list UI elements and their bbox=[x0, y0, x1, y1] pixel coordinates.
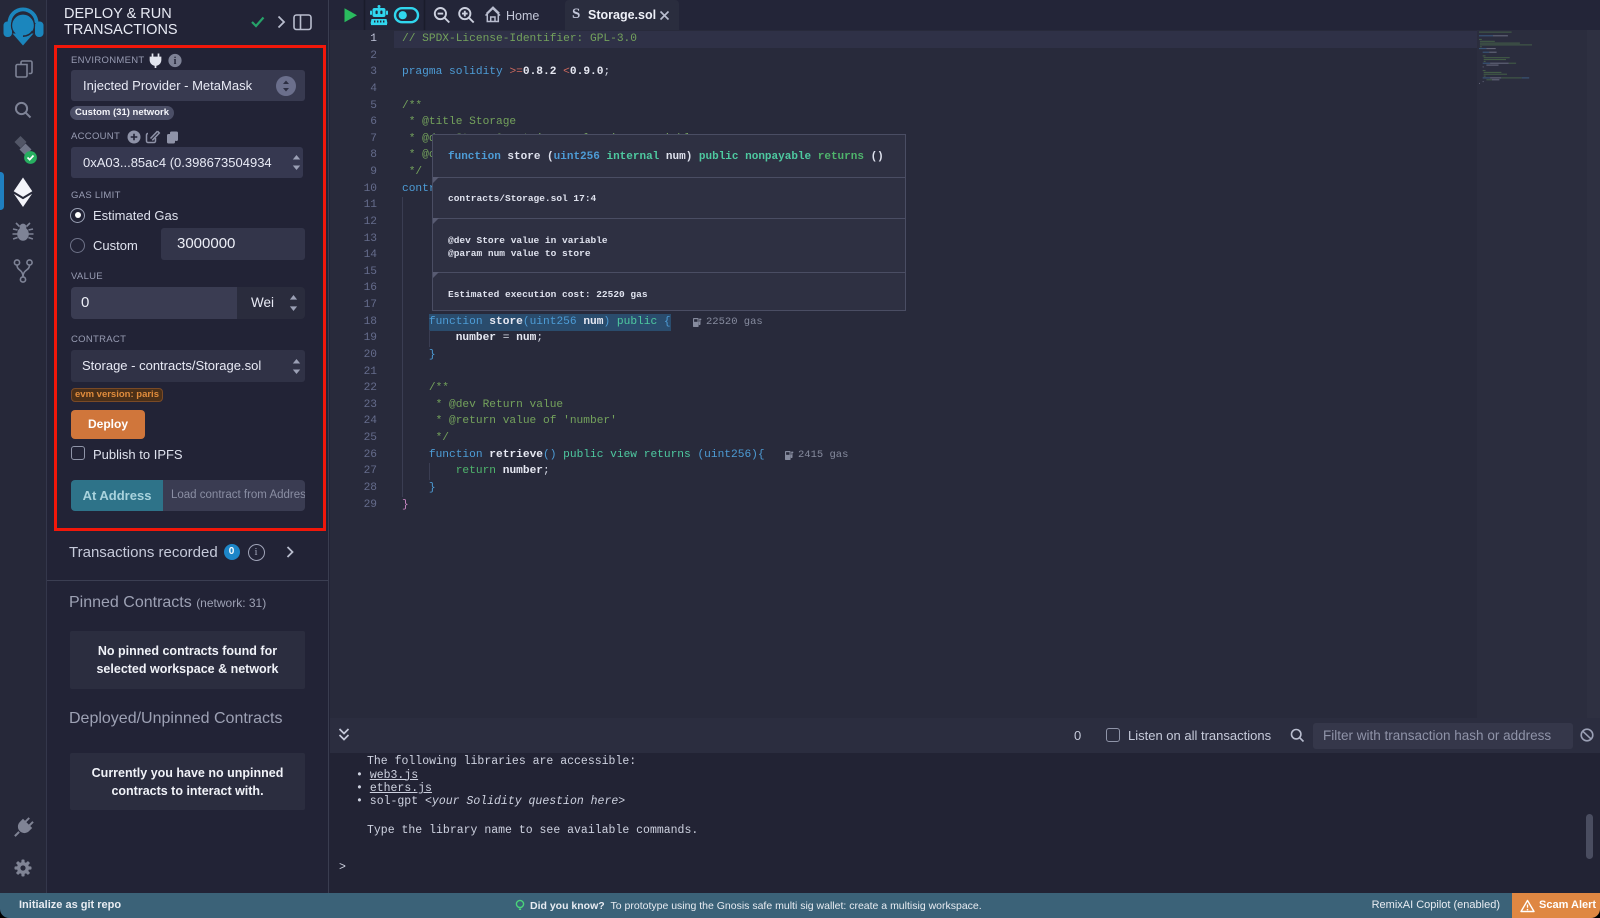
svg-text:i: i bbox=[174, 56, 177, 67]
